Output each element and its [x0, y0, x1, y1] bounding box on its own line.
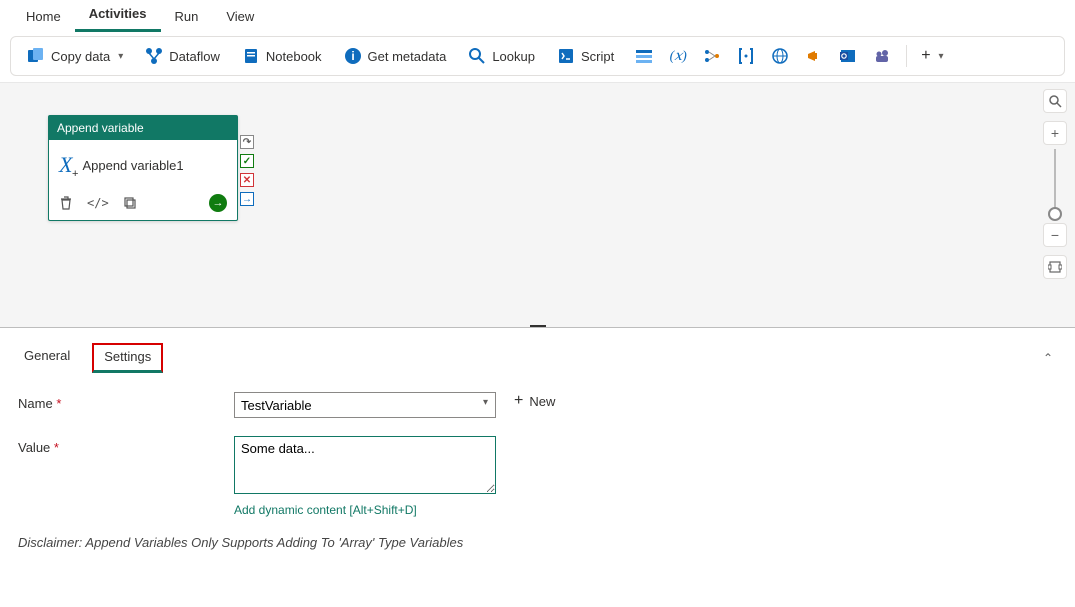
add-dynamic-content-link[interactable]: Add dynamic content [Alt+Shift+D]	[234, 503, 496, 517]
megaphone-icon[interactable]	[804, 46, 824, 66]
port-completion-icon[interactable]: →	[240, 192, 254, 206]
append-variable-icon: X+	[59, 152, 72, 178]
notebook-button[interactable]: Notebook	[232, 41, 332, 71]
activities-toolbar: Copy data ▾ Dataflow Notebook i Get meta…	[10, 36, 1065, 76]
get-metadata-button[interactable]: i Get metadata	[334, 41, 457, 71]
outlook-icon[interactable]	[838, 46, 858, 66]
lookup-label: Lookup	[492, 49, 535, 64]
tab-activities[interactable]: Activities	[75, 0, 161, 32]
tab-settings[interactable]: Settings	[92, 343, 163, 373]
code-icon[interactable]: </>	[87, 196, 109, 210]
get-metadata-label: Get metadata	[368, 49, 447, 64]
new-button[interactable]: + New	[514, 392, 555, 410]
globe-icon[interactable]	[770, 46, 790, 66]
script-label: Script	[581, 49, 614, 64]
search-icon	[468, 47, 486, 65]
dataflow-icon	[145, 47, 163, 65]
script-button[interactable]: Script	[547, 41, 624, 71]
chevron-down-icon: ▾	[939, 51, 944, 62]
variable-icon[interactable]: (𝑥)	[668, 46, 688, 66]
chevron-down-icon: ▾	[118, 51, 123, 62]
notebook-label: Notebook	[266, 49, 322, 64]
panel-resize-handle[interactable]	[530, 325, 546, 328]
copy-data-icon	[27, 47, 45, 65]
copy-data-label: Copy data	[51, 49, 110, 64]
value-input[interactable]: Some data...	[234, 436, 496, 494]
row-value: Value * Some data... Add dynamic content…	[18, 436, 1057, 517]
dataflow-button[interactable]: Dataflow	[135, 41, 230, 71]
info-icon: i	[344, 47, 362, 65]
run-icon[interactable]: →	[209, 194, 227, 212]
script-icon	[557, 47, 575, 65]
add-activity-button[interactable]: + ▾	[913, 41, 951, 71]
activity-title: Append variable1	[82, 158, 183, 173]
name-label: Name *	[18, 392, 234, 411]
name-select[interactable]: TestVariable	[234, 392, 496, 418]
canvas-controls: + −	[1043, 89, 1067, 279]
zoom-in-icon[interactable]: +	[1043, 121, 1067, 145]
collapse-panel-icon[interactable]: ⌃	[1039, 347, 1057, 369]
properties-panel: General Settings ⌃ Name * TestVariable ▾…	[0, 328, 1075, 568]
copy-data-button[interactable]: Copy data ▾	[17, 41, 133, 71]
dataflow-label: Dataflow	[169, 49, 220, 64]
bracket-icon[interactable]	[736, 46, 756, 66]
delete-icon[interactable]	[59, 196, 73, 210]
plus-icon: +	[514, 392, 523, 410]
copy-icon[interactable]	[123, 196, 137, 210]
port-undo-icon[interactable]: ↷	[240, 135, 254, 149]
disclaimer-text: Disclaimer: Append Variables Only Suppor…	[18, 535, 1057, 550]
fit-screen-icon[interactable]	[1043, 255, 1067, 279]
zoom-knob[interactable]	[1048, 207, 1062, 221]
tab-general[interactable]: General	[18, 342, 76, 374]
panel-tabs: General Settings ⌃	[18, 336, 1057, 374]
activity-footer: </> →	[49, 188, 237, 220]
zoom-slider[interactable]	[1054, 149, 1056, 219]
port-success-icon[interactable]: ✓	[240, 154, 254, 168]
page-tabs: Home Activities Run View	[0, 0, 1075, 32]
activity-type-header: Append variable	[49, 116, 237, 140]
activity-body: X+ Append variable1	[49, 140, 237, 188]
tab-view[interactable]: View	[212, 3, 268, 32]
zoom-out-icon[interactable]: −	[1043, 223, 1067, 247]
table-icon[interactable]	[634, 46, 654, 66]
toolbar-separator	[906, 45, 907, 67]
tab-run[interactable]: Run	[161, 3, 213, 32]
plus-icon: +	[921, 47, 930, 65]
activity-output-ports: ↷ ✓ ✕ →	[240, 135, 254, 206]
row-name: Name * TestVariable ▾ + New	[18, 392, 1057, 418]
tab-home[interactable]: Home	[12, 3, 75, 32]
port-failure-icon[interactable]: ✕	[240, 173, 254, 187]
svg-text:i: i	[351, 49, 354, 63]
value-label: Value *	[18, 436, 234, 455]
activity-card[interactable]: Append variable X+ Append variable1 </> …	[48, 115, 238, 221]
teams-icon[interactable]	[872, 46, 892, 66]
mapping-icon[interactable]	[702, 46, 722, 66]
new-label: New	[529, 394, 555, 409]
canvas-search-icon[interactable]	[1043, 89, 1067, 113]
lookup-button[interactable]: Lookup	[458, 41, 545, 71]
settings-form: Name * TestVariable ▾ + New Value * Some…	[18, 392, 1057, 550]
toolbar-extra-icons: (𝑥)	[626, 46, 900, 66]
notebook-icon	[242, 47, 260, 65]
pipeline-canvas[interactable]: Append variable X+ Append variable1 </> …	[0, 82, 1075, 328]
